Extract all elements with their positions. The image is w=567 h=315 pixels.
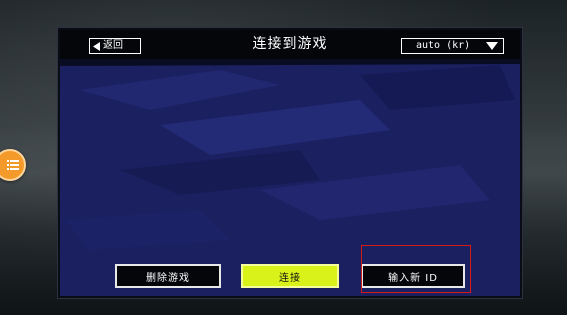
region-dropdown[interactable]: auto (kr)	[401, 38, 504, 54]
list-menu-icon	[7, 160, 19, 170]
delete-game-button[interactable]: 删除游戏	[115, 264, 221, 288]
chevron-down-icon	[486, 42, 498, 50]
connect-button[interactable]: 连接	[241, 264, 339, 288]
connect-dialog: 返回 连接到游戏 auto (kr) 删除游戏 连接 输入新 ID	[60, 30, 520, 296]
dialog-header: 返回 连接到游戏 auto (kr)	[60, 30, 520, 59]
highlight-box	[361, 245, 471, 293]
region-value: auto (kr)	[416, 40, 471, 51]
